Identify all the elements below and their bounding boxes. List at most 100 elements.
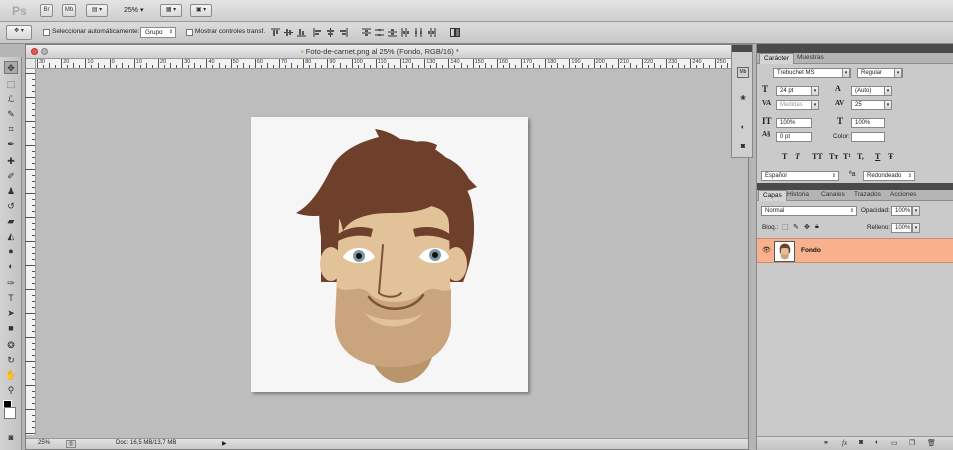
baseline-shift-field[interactable]: 0 pt (776, 132, 812, 142)
brush-tool-icon[interactable]: ✐ (4, 170, 18, 183)
path-select-tool-icon[interactable]: ➤ (4, 307, 18, 320)
status-menu-arrow-icon[interactable]: ▶ (222, 440, 227, 447)
quick-select-tool-icon[interactable]: ✎ (4, 108, 18, 121)
kerning-field[interactable]: Medidas (776, 100, 812, 110)
align-bottom-icon[interactable] (297, 28, 306, 37)
subscript-button[interactable]: T, (857, 152, 864, 161)
tab-paths[interactable]: Trazados (850, 190, 885, 201)
distribute-hcenter-icon[interactable] (414, 28, 423, 37)
antialias-select[interactable]: Redondeado ⇕ (863, 171, 915, 181)
small-caps-button[interactable]: Tт (829, 152, 838, 161)
eyedropper-tool-icon[interactable]: ✒ (4, 138, 18, 151)
tracking-dropdown-icon[interactable]: ▾ (884, 100, 892, 110)
blur-tool-icon[interactable]: ● (4, 245, 18, 258)
opacity-field[interactable]: 100% (891, 206, 912, 216)
align-left-icon[interactable] (313, 28, 322, 37)
tracking-field[interactable]: 25 (851, 100, 885, 110)
rect-marquee-tool-icon[interactable]: ⬚ (4, 78, 18, 91)
delete-layer-icon[interactable]: 🗑︎ (927, 439, 936, 447)
show-transform-checkbox[interactable] (186, 29, 193, 36)
lock-image-icon[interactable]: ✎ (793, 223, 799, 231)
superscript-button[interactable]: T¹ (843, 152, 851, 161)
close-window-button[interactable] (31, 48, 38, 55)
opacity-dropdown-icon[interactable]: ▾ (912, 206, 920, 216)
zoom-level-select[interactable]: 25% ▾ (124, 6, 143, 14)
lock-transparent-icon[interactable]: ⬚ (782, 223, 789, 231)
eraser-tool-icon[interactable]: ▰ (4, 215, 18, 228)
add-mask-icon[interactable]: ◙ (859, 439, 863, 446)
language-select[interactable]: Español ⇕ (761, 171, 839, 181)
font-style-dropdown-icon[interactable]: ▾ (894, 68, 902, 78)
underline-button[interactable]: T (875, 152, 880, 161)
arrange-documents-button[interactable]: ▦ ▾ (160, 4, 182, 17)
horizontal-ruler[interactable]: 30 20 10 0 10 20 30 40 50 60 70 80 90 100 110 120 130 140… (36, 59, 748, 69)
crop-tool-icon[interactable]: ⌗ (4, 123, 18, 136)
font-family-dropdown-icon[interactable]: ▾ (842, 68, 850, 78)
zoom-tool-icon[interactable]: ⚲ (4, 384, 18, 397)
auto-select-checkbox[interactable] (43, 29, 50, 36)
masks-panel-icon[interactable]: ◙ (737, 143, 749, 154)
all-caps-button[interactable]: TT (812, 152, 823, 161)
distribute-vcenter-icon[interactable] (375, 28, 384, 37)
mini-bridge-panel-icon[interactable]: Mb (737, 67, 749, 78)
layer-row-fondo[interactable]: 👁︎ Fondo (757, 238, 953, 263)
auto-align-layers-icon[interactable] (450, 28, 460, 37)
lock-all-icon[interactable]: 🔒︎ (815, 223, 819, 231)
faux-italic-button[interactable]: T (795, 152, 800, 161)
fill-field[interactable]: 100% (891, 223, 912, 233)
fill-dropdown-icon[interactable]: ▾ (912, 223, 920, 233)
distribute-bottom-icon[interactable] (388, 28, 397, 37)
status-info-icon[interactable]: ◎ (66, 440, 76, 448)
screen-mode-button[interactable]: ▣ ▾ (190, 4, 212, 17)
vertical-ruler[interactable] (25, 69, 36, 435)
image-canvas[interactable] (251, 117, 528, 392)
horizontal-scale-field[interactable]: 100% (851, 118, 885, 128)
text-color-swatch[interactable] (851, 132, 885, 142)
leading-field[interactable]: (Auto) (851, 86, 885, 96)
distribute-left-icon[interactable] (401, 28, 410, 37)
tab-history[interactable]: Historia (783, 190, 813, 201)
healing-brush-tool-icon[interactable]: ✚ (4, 155, 18, 168)
lock-position-icon[interactable]: ✥ (804, 223, 810, 231)
auto-select-target-select[interactable]: Grupo ⇕ (140, 27, 176, 38)
quick-mask-icon[interactable]: ◙ (4, 431, 18, 444)
type-tool-icon[interactable]: T (4, 292, 18, 305)
clone-stamp-tool-icon[interactable]: ♟ (4, 185, 18, 198)
distribute-top-icon[interactable] (362, 28, 371, 37)
font-size-dropdown-icon[interactable]: ▾ (811, 86, 819, 96)
layer-style-icon[interactable]: fx (842, 439, 847, 447)
new-group-icon[interactable]: ▭ (891, 439, 898, 447)
faux-bold-button[interactable]: T (782, 152, 787, 161)
bridge-button[interactable]: Br (40, 4, 53, 17)
mini-bridge-button[interactable]: Mb (62, 4, 76, 17)
color-panel-icon[interactable]: ❀ (737, 94, 749, 105)
tab-swatches[interactable]: Muestras (793, 53, 828, 64)
blend-mode-select[interactable]: Normal ⇕ (761, 206, 857, 216)
strikethrough-button[interactable]: Ŧ (888, 152, 893, 161)
align-top-icon[interactable] (271, 28, 280, 37)
link-layers-icon[interactable]: ⚭ (823, 439, 829, 447)
view-extras-button[interactable]: ▤ ▾ (86, 4, 108, 17)
align-hcenter-icon[interactable] (326, 28, 335, 37)
adjustment-layer-icon[interactable]: ◐ (875, 439, 879, 446)
lasso-tool-icon[interactable]: ℒ (4, 93, 18, 106)
hand-tool-icon[interactable]: ✋ (4, 369, 18, 382)
background-color-swatch[interactable] (4, 407, 16, 419)
tab-character[interactable]: Carácter (759, 53, 794, 64)
vertical-scale-field[interactable]: 100% (776, 118, 812, 128)
layer-visibility-eye-icon[interactable]: 👁︎ (762, 246, 771, 254)
pen-tool-icon[interactable]: ✑ (4, 277, 18, 290)
font-family-select[interactable]: Trebuchet MS (773, 68, 851, 78)
minimize-window-button[interactable] (41, 48, 48, 55)
history-brush-tool-icon[interactable]: ↺ (4, 200, 18, 213)
tab-channels[interactable]: Canales (817, 190, 849, 201)
distribute-right-icon[interactable] (427, 28, 436, 37)
new-layer-icon[interactable]: ❐ (909, 439, 915, 447)
3d-rotate-tool-icon[interactable]: ❂ (4, 339, 18, 352)
status-zoom[interactable]: 25% (38, 440, 50, 446)
align-right-icon[interactable] (339, 28, 348, 37)
leading-dropdown-icon[interactable]: ▾ (884, 86, 892, 96)
3d-orbit-tool-icon[interactable]: ↻ (4, 354, 18, 367)
dodge-tool-icon[interactable]: ◐ (4, 260, 18, 273)
align-vcenter-icon[interactable] (284, 28, 293, 37)
